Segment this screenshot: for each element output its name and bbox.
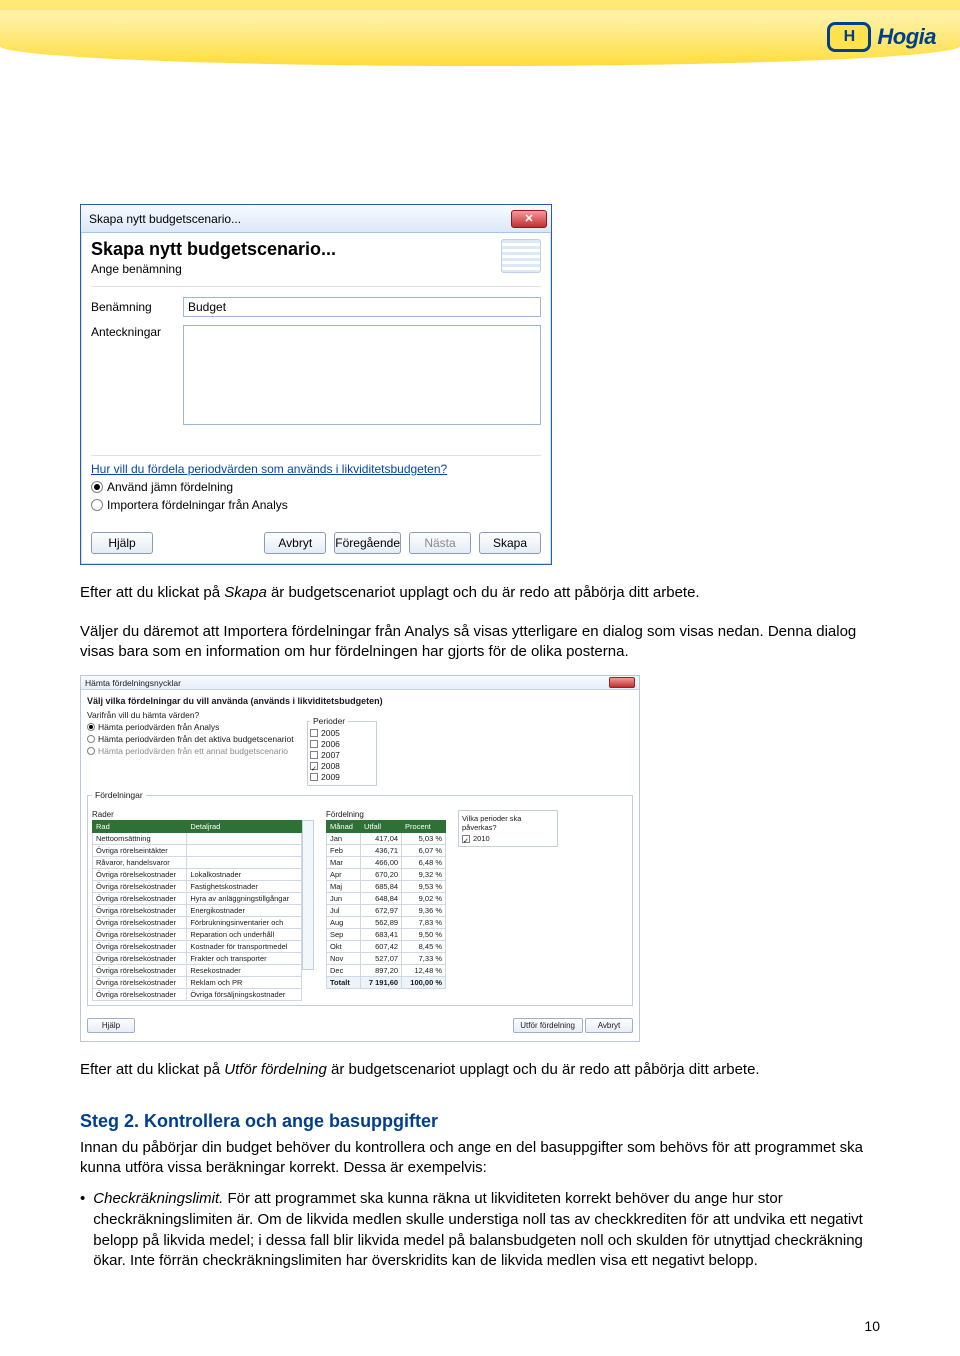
link-fordelning-question[interactable]: Hur vill du fördela periodvärden som anv… <box>91 462 447 476</box>
dialog2-instruction: Välj vilka fördelningar du vill använda … <box>87 696 633 706</box>
radio-even-label: Använd jämn fördelning <box>107 480 233 494</box>
year-checkbox[interactable] <box>310 762 318 770</box>
close-button[interactable] <box>609 677 635 688</box>
radio-even-distribution[interactable] <box>91 481 103 493</box>
radio-import-label: Importera fördelningar från Analys <box>107 498 288 512</box>
radio-from-other-label: Hämta periodvärden från ett annat budget… <box>98 746 288 756</box>
label-benamning: Benämning <box>91 300 183 314</box>
header-wave-highlight <box>0 10 960 72</box>
input-benamning[interactable] <box>183 297 541 317</box>
close-icon: ✕ <box>524 212 533 225</box>
periods-group: Perioder 2005 2006 2007 2008 2009 <box>307 716 377 786</box>
radio-from-active-label: Hämta periodvärden från det aktiva budge… <box>98 734 294 744</box>
radio-from-other[interactable] <box>87 747 95 755</box>
execute-distribution-button[interactable]: Utför fördelning <box>513 1018 583 1033</box>
label-anteckningar: Anteckningar <box>91 325 183 339</box>
scrollbar-icon[interactable] <box>302 820 314 970</box>
year-checkbox[interactable] <box>310 729 318 737</box>
logo: H Hogia <box>827 22 936 52</box>
radio-import-analys[interactable] <box>91 499 103 511</box>
fordelningar-legend: Fördelningar <box>92 790 146 800</box>
bullet-item: • Checkräkningslimit. För att programmet… <box>80 1189 880 1272</box>
radio-from-active[interactable] <box>87 735 95 743</box>
dialog2-titlebar: Hämta fördelningsnycklar <box>81 676 639 690</box>
rader-table[interactable]: RadDetaljradNettoomsättningÖvriga rörels… <box>92 820 302 1001</box>
bullet-marker: • <box>80 1189 85 1272</box>
fordelning-table[interactable]: MånadUtfallProcentJan417,045,03 %Feb436,… <box>326 820 446 989</box>
radio-from-analys[interactable] <box>87 723 95 731</box>
periods-legend: Perioder <box>310 716 348 726</box>
cancel-button[interactable]: Avbryt <box>585 1018 633 1033</box>
page-header: H Hogia <box>0 0 960 94</box>
dialog-titlebar: Skapa nytt budgetscenario... ✕ <box>81 205 551 233</box>
next-button[interactable]: Nästa <box>409 532 471 554</box>
paragraph-after-dialog1: Efter att du klickat på Skapa är budgets… <box>80 583 880 604</box>
year-checkbox[interactable] <box>310 773 318 781</box>
previous-button[interactable]: Föregående <box>334 532 401 554</box>
paragraph-after-dialog2: Efter att du klickat på Utför fördelning… <box>80 1060 880 1081</box>
bullet-term: Checkräkningslimit. <box>93 1190 223 1207</box>
help-button[interactable]: Hjälp <box>87 1018 135 1033</box>
affected-year-checkbox[interactable] <box>462 835 470 843</box>
step2-heading: Steg 2. Kontrollera och ange basuppgifte… <box>80 1111 880 1132</box>
cancel-button[interactable]: Avbryt <box>264 532 326 554</box>
dialog-heading: Skapa nytt budgetscenario... <box>91 239 336 260</box>
rader-label: Rader <box>92 810 314 819</box>
fordelning-label: Fördelning <box>326 810 446 819</box>
input-anteckningar[interactable] <box>183 325 541 425</box>
page-number: 10 <box>864 1318 880 1334</box>
logo-text: Hogia <box>877 24 936 50</box>
logo-mark: H <box>827 22 871 52</box>
year-checkbox[interactable] <box>310 740 318 748</box>
paragraph-import-info: Väljer du däremot att Importera fördelni… <box>80 622 880 663</box>
year-checkbox[interactable] <box>310 751 318 759</box>
close-button[interactable]: ✕ <box>511 210 547 228</box>
step2-paragraph: Innan du påbörjar din budget behöver du … <box>80 1138 880 1179</box>
help-button[interactable]: Hjälp <box>91 532 153 554</box>
radio-from-analys-label: Hämta periodvärden från Analys <box>98 722 219 732</box>
dialog-subheading: Ange benämning <box>91 262 336 276</box>
fetch-distribution-dialog: Hämta fördelningsnycklar Välj vilka förd… <box>80 675 640 1042</box>
fordelningar-group: Fördelningar Rader RadDetaljradNettoomsä… <box>87 790 633 1006</box>
affected-periods-box: Vilka perioder ska påverkas? 2010 <box>458 810 558 847</box>
create-budget-dialog: Skapa nytt budgetscenario... ✕ Skapa nyt… <box>80 204 552 565</box>
dialog-window-title: Skapa nytt budgetscenario... <box>89 212 241 226</box>
document-icon <box>501 239 541 273</box>
dialog2-window-title: Hämta fördelningsnycklar <box>85 678 181 688</box>
affected-periods-label: Vilka perioder ska påverkas? <box>462 814 554 832</box>
create-button[interactable]: Skapa <box>479 532 541 554</box>
